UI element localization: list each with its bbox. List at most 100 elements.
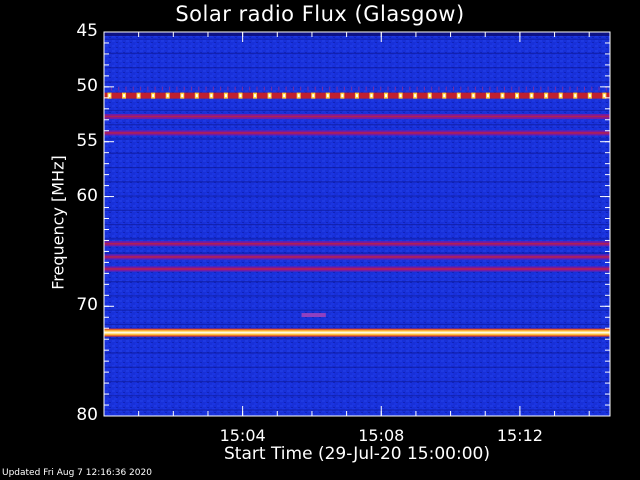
burst-halo: [125, 86, 127, 91]
burst-halo: [314, 86, 316, 91]
y-axis-label: Frequency [MHz]: [48, 155, 68, 290]
burst-halo: [474, 86, 476, 91]
burst-halo: [343, 86, 345, 91]
spectrogram-edge: [104, 32, 610, 36]
burst-core: [239, 94, 242, 98]
burst-core: [312, 94, 315, 98]
y-tick-label: 50: [76, 75, 98, 96]
burst-halo: [169, 86, 171, 91]
spectrogram-striation: [104, 224, 610, 226]
burst-halo: [569, 86, 571, 91]
burst-core: [254, 94, 257, 98]
burst-core: [399, 94, 402, 98]
spectrogram-striation: [104, 138, 610, 140]
x-tick-label: 15:12: [496, 426, 543, 445]
burst-halo: [227, 86, 229, 91]
y-tick-label: 45: [76, 21, 98, 41]
band-medium-core: [104, 242, 610, 245]
burst-halo: [445, 86, 447, 91]
burst-core: [588, 94, 591, 98]
burst-core: [501, 94, 504, 98]
burst-halo: [147, 86, 149, 91]
burst-halo: [402, 86, 404, 91]
burst-core: [516, 94, 519, 98]
burst-halo: [278, 86, 280, 91]
burst-core: [137, 94, 140, 98]
burst-halo: [329, 86, 331, 91]
burst-halo: [533, 86, 535, 91]
band-medium-core: [104, 256, 610, 258]
burst-halo: [336, 86, 338, 91]
spectrogram-striation: [104, 81, 610, 83]
spectrogram-striation: [104, 395, 610, 397]
burst-core: [224, 94, 227, 98]
spectrogram-striation: [104, 380, 610, 383]
burst-halo: [234, 86, 236, 91]
spectrogram-striation: [104, 409, 610, 411]
y-tick-label: 60: [76, 185, 98, 206]
burst-halo: [183, 86, 185, 91]
y-tick-label: 70: [76, 295, 98, 316]
spectrogram-striation: [104, 281, 610, 283]
burst-core: [297, 94, 300, 98]
spectrogram-striation: [104, 209, 610, 211]
burst-halo: [212, 86, 214, 91]
burst-core: [123, 94, 126, 98]
burst-halo: [351, 86, 353, 91]
burst-core: [210, 94, 213, 98]
burst-core: [355, 94, 358, 98]
burst-core: [341, 94, 344, 98]
spectrogram-striation: [104, 181, 610, 183]
burst-halo: [321, 86, 323, 91]
burst-core: [428, 94, 431, 98]
burst-halo: [154, 86, 156, 91]
band-medium-core: [104, 132, 610, 134]
burst-halo: [584, 86, 586, 91]
burst-core: [385, 94, 388, 98]
burst-halo: [518, 86, 520, 91]
burst-halo: [467, 86, 469, 91]
burst-halo: [271, 86, 273, 91]
burst-halo: [547, 86, 549, 91]
burst-halo: [365, 86, 367, 91]
burst-core: [195, 94, 198, 98]
burst-halo: [387, 86, 389, 91]
burst-halo: [300, 86, 302, 91]
burst-halo: [525, 86, 527, 91]
burst-core: [603, 94, 606, 98]
x-axis-label: Start Time (29-Jul-20 15:00:00): [224, 444, 490, 464]
spectrogram-striation: [104, 252, 610, 254]
burst-halo: [431, 86, 433, 91]
spectrogram-striation: [104, 366, 610, 368]
burst-core: [472, 94, 475, 98]
spectrogram-striation: [104, 166, 610, 169]
spectrogram-striation: [104, 338, 610, 340]
spectrogram-striation: [104, 323, 610, 326]
y-tick-label: 55: [76, 130, 98, 151]
burst-halo: [256, 86, 258, 91]
spectrogram-striation: [104, 152, 610, 154]
spectrogram-striation: [104, 52, 610, 55]
spectrogram-striation: [104, 67, 610, 69]
band-medium-core: [104, 268, 610, 270]
burst-halo: [132, 86, 134, 91]
burst-halo: [285, 86, 287, 91]
burst-halo: [576, 86, 578, 91]
burst-halo: [416, 86, 418, 91]
spectrogram-striation: [104, 109, 610, 112]
burst-halo: [190, 86, 192, 91]
burst-core: [108, 94, 111, 98]
burst-core: [559, 94, 562, 98]
burst-core: [414, 94, 417, 98]
burst-halo: [118, 86, 120, 91]
burst-halo: [554, 86, 556, 91]
burst-halo: [453, 86, 455, 91]
burst-core: [326, 94, 329, 98]
burst-halo: [249, 86, 251, 91]
burst-core: [181, 94, 184, 98]
burst-spot: [301, 313, 326, 318]
burst-halo: [220, 86, 222, 91]
burst-halo: [598, 86, 600, 91]
burst-halo: [423, 86, 425, 91]
burst-halo: [358, 86, 360, 91]
